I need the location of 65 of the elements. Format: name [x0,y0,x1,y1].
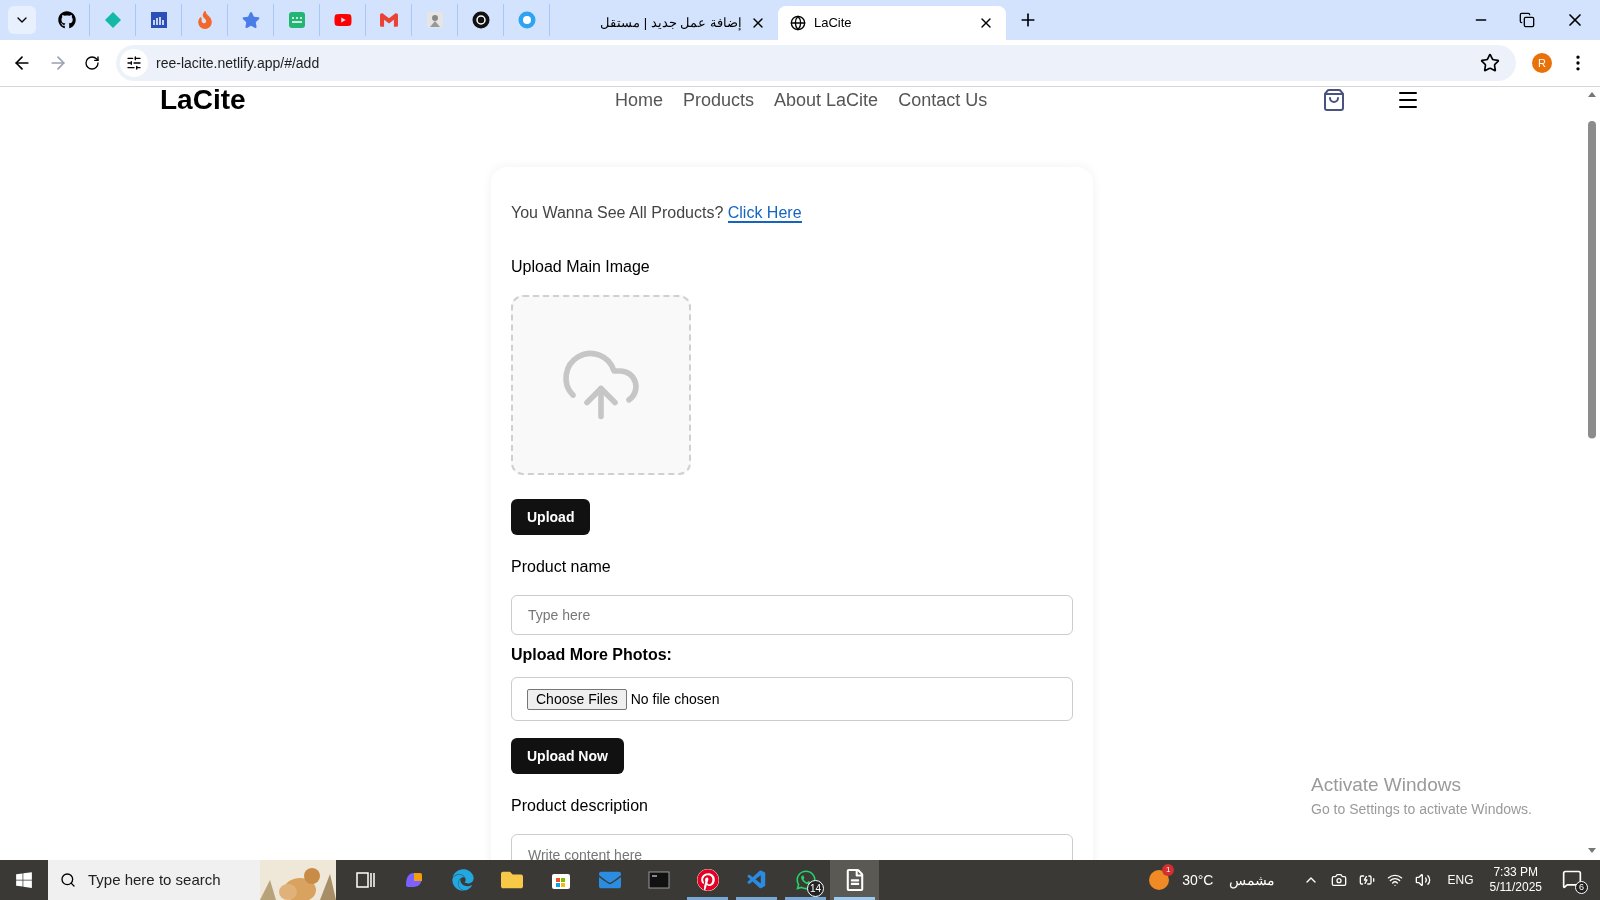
language-indicator[interactable]: ENG [1447,871,1474,889]
task-view-icon[interactable] [353,869,376,891]
taskbar-search-field[interactable]: Type here to search [48,860,336,900]
github-icon[interactable] [57,11,76,29]
wifi-icon[interactable] [1387,872,1404,888]
nav-link[interactable]: Contact Us [898,91,988,109]
product-name-field[interactable]: Type here [511,595,1073,635]
tab-search-button[interactable] [8,6,36,34]
reload-icon[interactable] [84,55,100,71]
upload-button[interactable]: Upload [511,499,591,535]
pinterest-icon[interactable] [696,869,719,891]
weather-condition: مشمس [1229,870,1276,891]
tab-title: إضافة عمل جديد | مستقل [599,14,742,33]
ring-icon[interactable] [517,11,536,29]
bookmark-star-icon[interactable] [1480,53,1500,73]
browser-tab[interactable]: LaCite [778,6,1006,40]
edge-icon[interactable] [451,869,474,891]
battery-icon[interactable] [1359,872,1376,888]
nav-link[interactable]: Home [615,91,663,109]
folder-icon[interactable] [500,869,523,891]
nav-link[interactable]: About LaCite [774,91,879,109]
globe-icon [790,15,806,31]
mail-icon[interactable] [379,11,398,29]
terminal-icon[interactable] [647,869,670,891]
code-editor-icon[interactable] [745,869,768,891]
field-label: Upload Main Image [511,257,650,277]
search-placeholder: Type here to search [88,869,222,890]
camera-icon[interactable] [1331,872,1348,888]
nav-link[interactable]: Products [683,91,755,109]
envelope-icon[interactable] [598,869,621,891]
choose-files-button[interactable]: Choose Files [527,688,627,710]
chart-icon[interactable] [149,11,168,29]
click-here-link[interactable]: Click Here [727,204,802,223]
site-logo[interactable]: LaCite [160,87,420,114]
start-icon[interactable] [15,871,33,889]
play-icon[interactable] [333,11,352,29]
field-label: Product description [511,796,648,816]
notification-count: 6 [1575,881,1588,894]
upload-now-button[interactable]: Upload Now [511,738,624,774]
temperature-text: 30°C [1182,870,1214,890]
site-info-icon[interactable] [126,55,142,71]
notifications-icon[interactable] [1562,869,1582,889]
field-label: Product name [511,557,611,577]
activation-subtitle: Go to Settings to activate Windows. [1311,800,1532,819]
file-status-text: No file chosen [630,689,720,709]
file-picker-field[interactable]: Choose Files No file chosen [511,677,1073,721]
figure-icon[interactable] [425,11,444,29]
taskbar-app-button[interactable] [830,860,879,900]
volume-icon[interactable] [1415,872,1432,888]
search-icon [60,872,76,888]
activation-title: Activate Windows [1311,772,1462,797]
restore-icon[interactable] [1519,12,1535,28]
field-label: Upload More Photos: [511,645,672,665]
clock-date[interactable]: 5/11/2025 [1489,880,1542,895]
sun-icon[interactable] [1148,869,1171,891]
prompt-text: You Wanna See All Products? Click Here [511,203,802,225]
count-badge: 14 [807,880,824,897]
tab-title: LaCite [814,14,853,33]
browser-tab[interactable]: إضافة عمل جديد | مستقل [550,6,778,40]
clock-time[interactable]: 7:33 PM [1493,865,1539,880]
bag-icon[interactable] [1322,88,1347,112]
weather-badge: 1 [1162,864,1175,876]
address-bar[interactable]: ree-lacite.netlify.app/#/add [116,45,1516,81]
url-text: ree-lacite.netlify.app/#/add [156,53,321,73]
taskbar-app-button[interactable]: 14 [781,860,830,900]
